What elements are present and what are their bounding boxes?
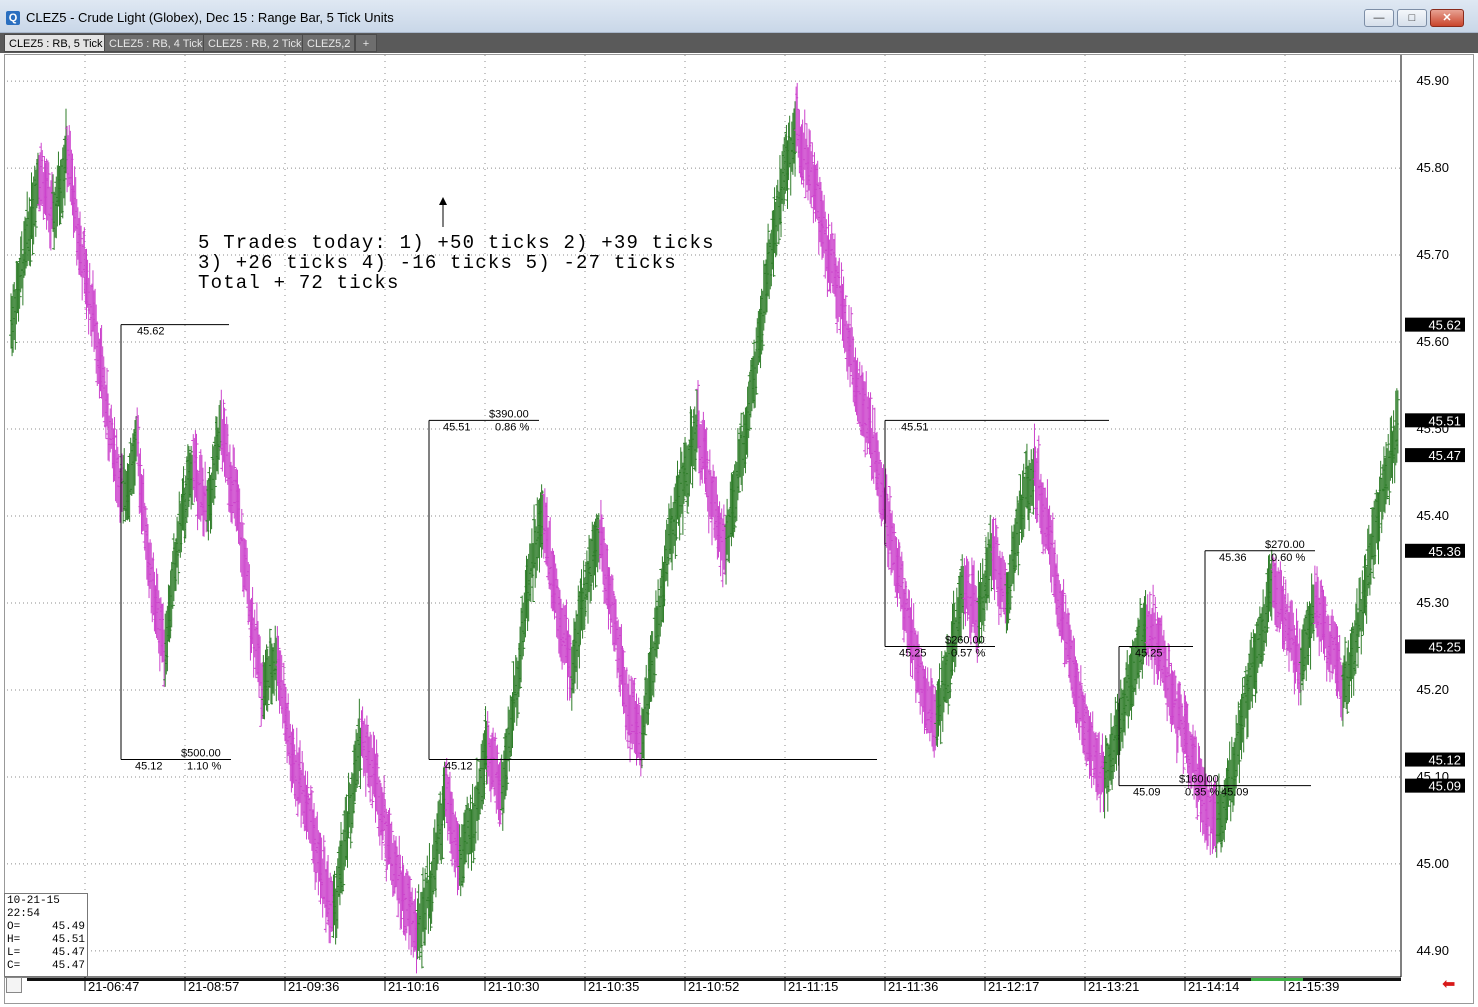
ohlc-low-value: 45.47 xyxy=(51,947,85,959)
trade-exit-label: 45.25 xyxy=(899,647,927,659)
trade-pct-label: 0.35 % xyxy=(1185,787,1219,799)
ohlc-low-label: L= xyxy=(7,947,21,959)
scroll-left-button[interactable] xyxy=(6,977,22,993)
ohlc-data-box: 10-21-15 22:54 O= 45.49 H= 45.51 L= 45.47 C… xyxy=(4,893,88,977)
y-tick-label: 44.90 xyxy=(1416,943,1449,958)
ohlc-high-label: H= xyxy=(7,934,21,946)
trade-entry-label: 45.25 xyxy=(1135,647,1163,659)
x-tick-label: 21-11:15 xyxy=(788,979,838,994)
x-tick-label: 21-15:39 xyxy=(1288,979,1339,994)
price-badge-label: 45.09 xyxy=(1428,779,1461,794)
y-tick-label: 45.70 xyxy=(1416,247,1449,262)
x-tick-label: 21-10:30 xyxy=(488,979,539,994)
title-bar: Q CLEZ5 - Crude Light (Globex), Dec 15 :… xyxy=(0,0,1478,33)
ohlc-low-row: L= 45.47 xyxy=(7,947,85,960)
trade-exit-label: 45.12 xyxy=(135,761,163,773)
trade-entry-label: 45.51 xyxy=(901,421,929,433)
trade-pnl-label: $500.00 xyxy=(181,748,221,760)
trade-pnl-label: $160.00 xyxy=(1179,774,1219,786)
price-chart[interactable]: 45.9045.8045.7045.6045.5045.4045.3045.20… xyxy=(5,55,1475,1005)
minimize-button[interactable]: — xyxy=(1364,9,1394,27)
trade-pct-label: 0.57 % xyxy=(951,647,985,659)
annotation-line-1: 5 Trades today: 1) +50 ticks 2) +39 tick… xyxy=(198,232,715,254)
ohlc-close-row: C= 45.47 xyxy=(7,960,85,973)
x-tick-label: 21-14:14 xyxy=(1188,979,1239,994)
ohlc-open-label: O= xyxy=(7,921,21,933)
tab-clez5-2[interactable]: CLEZ5,2 xyxy=(302,34,356,52)
x-tick-label: 21-10:35 xyxy=(588,979,639,994)
y-tick-label: 45.30 xyxy=(1416,595,1449,610)
y-tick-label: 45.60 xyxy=(1416,334,1449,349)
x-tick-label: 21-12:17 xyxy=(988,979,1039,994)
tab-rb-2-tick[interactable]: CLEZ5 : RB, 2 Tick xyxy=(203,34,307,52)
ohlc-close-label: C= xyxy=(7,960,21,972)
marker-arrow-head xyxy=(439,197,447,205)
trade-entry-label: 45.09 xyxy=(1221,787,1249,799)
x-tick-label: 21-08:57 xyxy=(188,979,239,994)
trade-pnl-label: $260.00 xyxy=(945,634,985,646)
trade-pnl-label: $390.00 xyxy=(489,408,529,420)
app-icon: Q xyxy=(6,11,20,25)
trade-pct-label: 0.86 % xyxy=(495,421,529,433)
tab-rb-4-tick[interactable]: CLEZ5 : RB, 4 Tick xyxy=(104,34,208,52)
y-tick-label: 45.20 xyxy=(1416,682,1449,697)
annotation-line-3: Total + 72 ticks xyxy=(198,272,400,294)
ohlc-open-row: O= 45.49 xyxy=(7,921,85,934)
price-badge-label: 45.62 xyxy=(1428,318,1461,333)
ohlc-time: 22:54 xyxy=(7,908,41,920)
x-tick-label: 21-09:36 xyxy=(288,979,339,994)
annotation-line-2: 3) +26 ticks 4) -16 ticks 5) -27 ticks xyxy=(198,252,677,274)
trade-entry-label: 45.12 xyxy=(445,761,473,773)
scrollbar-thumb xyxy=(1251,978,1303,981)
trade-exit-label: 45.36 xyxy=(1219,552,1247,564)
close-button[interactable]: ✕ xyxy=(1430,9,1464,27)
price-badge-label: 45.25 xyxy=(1428,639,1461,654)
x-tick-label: 21-06:47 xyxy=(88,979,139,994)
y-tick-label: 45.40 xyxy=(1416,508,1449,523)
price-badge-label: 45.47 xyxy=(1428,448,1461,463)
price-badge-label: 45.36 xyxy=(1428,544,1461,559)
y-tick-label: 45.00 xyxy=(1416,856,1449,871)
chart-area[interactable]: 45.90 45.80 45.70 45.60 45.50 45.40 45.30 45.20… xyxy=(4,54,1474,1004)
maximize-button[interactable]: □ xyxy=(1397,9,1427,27)
price-badge-label: 45.12 xyxy=(1428,753,1461,768)
y-tick-label: 45.80 xyxy=(1416,160,1449,175)
ohlc-high-row: H= 45.51 xyxy=(7,934,85,947)
trade-summary-annotation: 5 Trades today: 1) +50 ticks 2) +39 tick… xyxy=(198,233,715,293)
scrollbar-track xyxy=(27,978,1401,981)
price-badge-label: 45.51 xyxy=(1428,413,1461,428)
ohlc-close-value: 45.47 xyxy=(51,960,85,972)
ohlc-high-value: 45.51 xyxy=(51,934,85,946)
trade-exit-label: 45.51 xyxy=(443,421,471,433)
x-tick-label: 21-13:21 xyxy=(1088,979,1139,994)
trade-exit-label: 45.09 xyxy=(1133,787,1161,799)
trade-pct-label: 1.10 % xyxy=(187,761,221,773)
scroll-to-end-arrow-icon[interactable]: ⬅ xyxy=(1442,977,1462,993)
x-tick-label: 21-10:52 xyxy=(688,979,739,994)
x-tick-label: 21-10:16 xyxy=(388,979,439,994)
x-tick-label: 21-11:36 xyxy=(888,979,938,994)
trade-entry-label: 45.62 xyxy=(137,326,165,338)
trade-pnl-label: $270.00 xyxy=(1265,539,1305,551)
ohlc-date: 10-21-15 xyxy=(7,895,60,907)
ohlc-open-value: 45.49 xyxy=(51,921,85,933)
trade-pct-label: 0.60 % xyxy=(1271,552,1305,564)
tab-bar: CLEZ5 : RB, 5 Tick CLEZ5 : RB, 4 Tick CL… xyxy=(0,33,1478,53)
window-title: CLEZ5 - Crude Light (Globex), Dec 15 : R… xyxy=(26,10,394,25)
tab-rb-5-tick[interactable]: CLEZ5 : RB, 5 Tick xyxy=(4,34,108,52)
y-tick-label: 45.90 xyxy=(1416,73,1449,88)
add-tab-button[interactable]: + xyxy=(355,34,377,52)
